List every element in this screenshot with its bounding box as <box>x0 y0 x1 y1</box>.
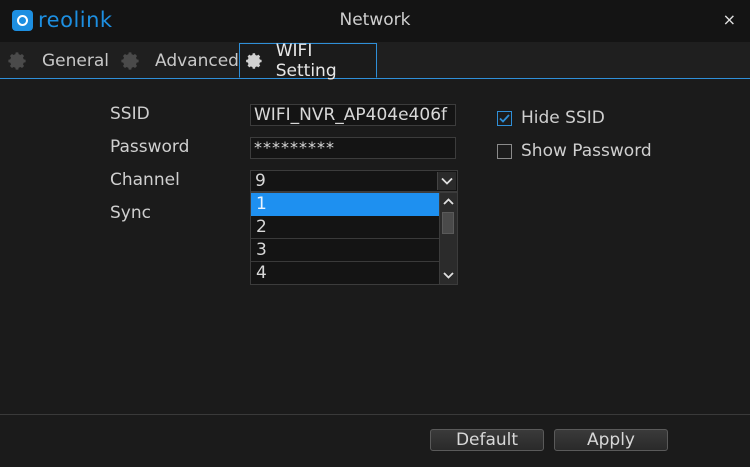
gear-icon <box>8 52 26 70</box>
ssid-label: SSID <box>110 104 150 124</box>
window-title: Network <box>339 10 411 30</box>
channel-label: Channel <box>110 170 180 190</box>
channel-select[interactable]: 9 <box>250 170 458 192</box>
title-bar: reolink Network × <box>0 0 750 42</box>
dropdown-scrollbar[interactable] <box>439 193 457 284</box>
chevron-up-icon[interactable] <box>440 193 457 210</box>
tab-wifi-setting[interactable]: WIFI Setting <box>239 40 377 81</box>
gear-icon <box>121 52 139 70</box>
sync-label: Sync <box>110 203 151 223</box>
scrollbar-thumb[interactable] <box>442 212 454 234</box>
show-password-option[interactable]: Show Password <box>497 141 652 161</box>
channel-option[interactable]: 2 <box>251 216 441 239</box>
hide-ssid-label: Hide SSID <box>521 108 605 128</box>
tab-general-label: General <box>42 51 109 71</box>
apply-button[interactable]: Apply <box>554 429 668 451</box>
tab-bar: General Advanced WIFI Setting <box>0 40 750 81</box>
password-label: Password <box>110 137 190 157</box>
close-button[interactable]: × <box>723 10 736 30</box>
tab-general[interactable]: General <box>6 44 109 78</box>
footer-divider <box>0 414 750 415</box>
show-password-checkbox[interactable] <box>497 143 512 159</box>
tab-advanced-label: Advanced <box>155 51 239 71</box>
channel-option[interactable]: 4 <box>251 262 441 285</box>
chevron-down-icon[interactable] <box>440 267 457 284</box>
gear-icon <box>246 52 262 69</box>
tab-wifi-setting-label: WIFI Setting <box>275 40 337 81</box>
channel-option[interactable]: 3 <box>251 239 441 262</box>
ssid-input[interactable]: WIFI_NVR_AP404e406f <box>250 104 456 126</box>
chevron-down-icon[interactable] <box>437 172 456 190</box>
show-password-label: Show Password <box>521 141 652 161</box>
password-input[interactable]: ********* <box>250 137 456 159</box>
hide-ssid-option[interactable]: Hide SSID <box>497 108 605 128</box>
channel-selected-value: 9 <box>255 171 266 191</box>
channel-option[interactable]: 1 <box>251 193 441 216</box>
default-button[interactable]: Default <box>430 429 544 451</box>
channel-dropdown-list: 1 2 3 4 <box>250 192 458 285</box>
checkmark-icon <box>499 113 510 123</box>
tab-advanced[interactable]: Advanced <box>119 44 239 78</box>
hide-ssid-checkbox[interactable] <box>497 110 512 126</box>
